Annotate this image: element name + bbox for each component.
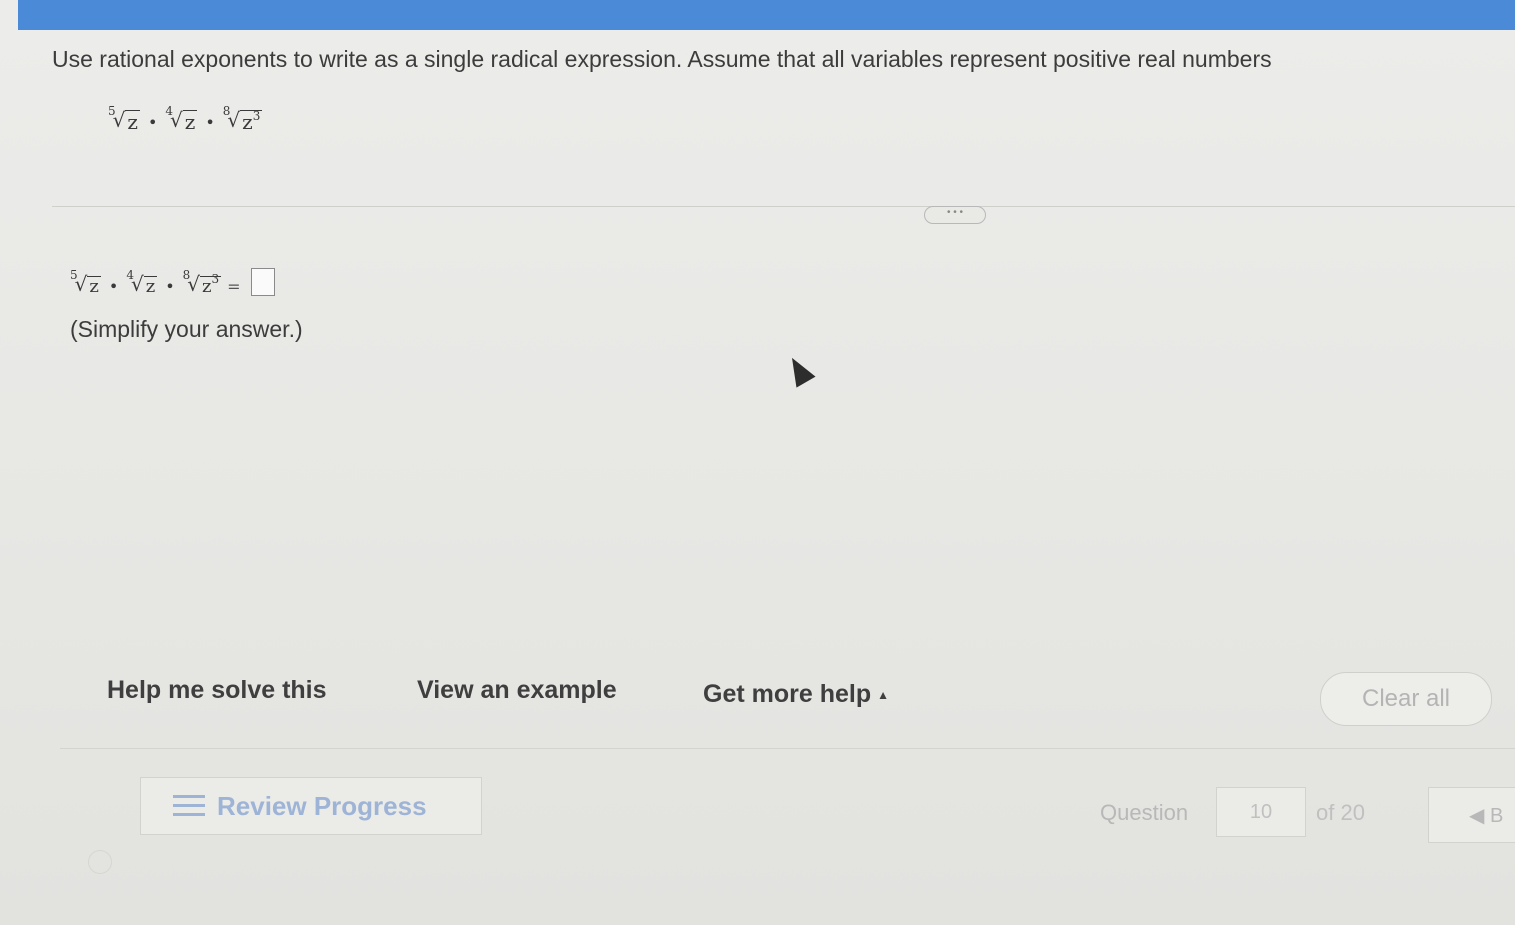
radicand: z (202, 276, 212, 297)
radical-2: 4 √ z (126, 268, 158, 297)
radicand: z (242, 110, 253, 134)
radical-1: 5 √ z (108, 104, 140, 134)
back-button[interactable]: ◀ B (1428, 787, 1515, 843)
mouse-cursor-icon (782, 352, 816, 388)
radical-index: 4 (126, 268, 134, 282)
radical-index: 8 (182, 268, 191, 282)
multiply-operator: • (147, 113, 158, 132)
clear-all-button[interactable]: Clear all (1320, 672, 1492, 726)
radical-index: 5 (108, 104, 116, 118)
multiply-operator: • (165, 277, 175, 296)
multiply-operator: • (108, 277, 119, 296)
review-progress-label: Review Progress (217, 790, 427, 821)
multiply-operator: • (205, 113, 215, 132)
exponent: 3 (211, 272, 220, 286)
exponent: 3 (252, 109, 261, 123)
top-bar (18, 0, 1515, 30)
simplify-hint: (Simplify your answer.) (70, 316, 303, 342)
radicand: z (127, 110, 138, 134)
question-label: Question (1100, 800, 1189, 825)
help-me-solve-link[interactable]: Help me solve this (107, 676, 327, 705)
equals-sign: = (227, 277, 241, 296)
given-expression: 5 √ z • 4 √ z • 8 √ z3 (108, 104, 263, 134)
question-number-input[interactable]: 10 (1216, 787, 1306, 837)
expand-handle[interactable]: • • • (924, 206, 986, 224)
section-divider (52, 206, 1515, 207)
view-example-link[interactable]: View an example (417, 676, 617, 705)
circle-icon (88, 850, 112, 874)
radical-1: 5 √ z (70, 268, 101, 297)
answer-expression: 5 √ z • 4 √ z • 8 √ z3 = (70, 268, 275, 296)
get-more-help-label: Get more help (703, 680, 872, 708)
question-total: of 20 (1316, 800, 1365, 825)
radicand: z (184, 110, 196, 134)
problem-instruction: Use rational exponents to write as a sin… (52, 46, 1272, 72)
footer-divider (60, 748, 1515, 749)
radical-3: 8 √ z3 (222, 104, 263, 134)
radical-index: 8 (222, 104, 231, 118)
radicand: z (89, 276, 99, 297)
get-more-help-link[interactable]: Get more help ▲ (703, 680, 889, 709)
caret-up-icon: ▲ (877, 688, 889, 703)
radical-index: 4 (165, 104, 174, 118)
review-progress-button[interactable]: Review Progress (140, 777, 482, 835)
list-icon (173, 793, 205, 819)
radical-2: 4 √ z (165, 104, 198, 134)
radical-index: 5 (70, 268, 78, 282)
radicand: z (145, 276, 156, 297)
radical-3: 8 √ z3 (182, 268, 222, 297)
answer-input[interactable] (250, 268, 275, 296)
